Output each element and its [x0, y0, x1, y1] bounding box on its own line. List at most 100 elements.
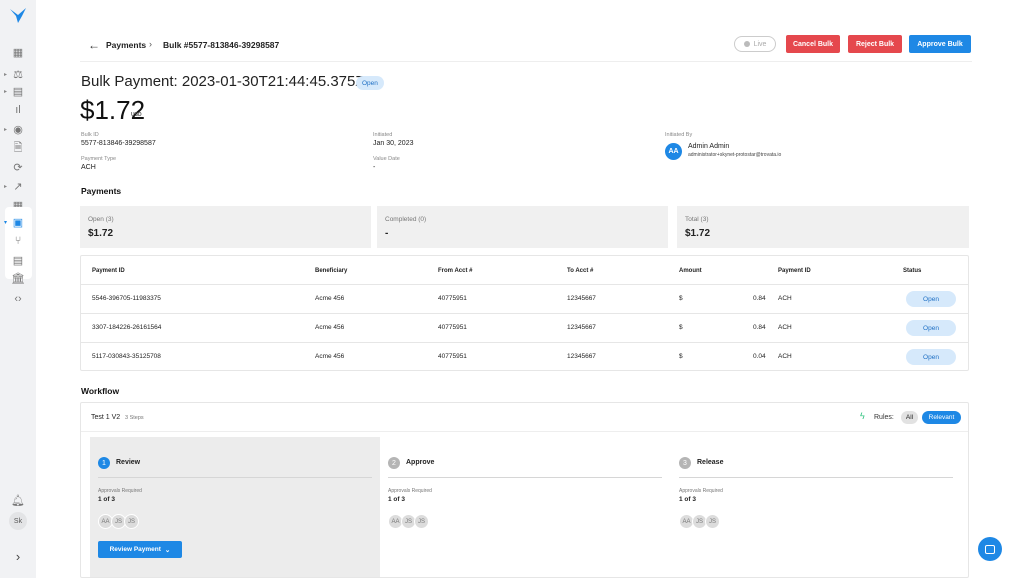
approver-avatars: AA JS JS [388, 514, 427, 529]
approvals-required-label: Approvals Required [679, 488, 723, 494]
bulk-amount: $1.72 [80, 95, 145, 126]
back-arrow-icon[interactable]: ← [88, 38, 100, 52]
document-icon[interactable]: 🗎 [0, 140, 36, 156]
status-badge: Open [906, 349, 956, 365]
workflow-step-review: 1 Review Approvals Required 1 of 3 AA JS… [90, 437, 380, 577]
step-title: Approve [406, 459, 434, 466]
approver-avatar[interactable]: JS [705, 514, 720, 529]
workflow-panel: Test 1 V2 3 Steps ϟ Rules: All Relevant … [80, 402, 969, 578]
reports-icon[interactable]: ▸▤ [0, 83, 36, 99]
to-acct-cell: 12345667 [567, 353, 596, 360]
column-header-payment-id[interactable]: Payment ID [92, 268, 125, 274]
to-acct-cell: 12345667 [567, 295, 596, 302]
initiator-name: Admin Admin [688, 143, 729, 150]
approvals-required-label: Approvals Required [388, 488, 432, 494]
status-badge: Open [906, 291, 956, 307]
payment-type-cell: ACH [778, 324, 792, 331]
from-acct-cell: 40775951 [438, 295, 467, 302]
user-avatar[interactable]: Sk [9, 512, 27, 530]
approve-bulk-button[interactable]: Approve Bulk [909, 35, 971, 53]
trovata-logo[interactable] [9, 6, 27, 24]
payment-type-label: Payment Type [81, 156, 116, 162]
rules-relevant-toggle[interactable]: Relevant [922, 411, 961, 424]
page-title: Bulk Payment: 2023-01-30T21:44:45.375Z [81, 73, 365, 90]
view-icon[interactable]: ▸◉ [0, 121, 36, 137]
breadcrumb-payments[interactable]: Payments [106, 40, 146, 50]
workflow-step-release: 3 Release Approvals Required 1 of 3 AA J… [671, 437, 961, 577]
rules-all-toggle[interactable]: All [901, 411, 918, 424]
breadcrumb-bulk: Bulk #5577-813846-39298587 [163, 40, 279, 50]
divider [679, 477, 953, 478]
column-header-from-acct[interactable]: From Acct # [438, 268, 472, 274]
approvals-required-value: 1 of 3 [98, 496, 115, 503]
beneficiary-cell: Acme 456 [315, 353, 344, 360]
beneficiary-cell: Acme 456 [315, 295, 344, 302]
live-dot-icon [744, 41, 750, 47]
column-header-to-acct[interactable]: To Acct # [567, 268, 593, 274]
trend-icon[interactable]: ▸↗ [0, 178, 36, 194]
payments-table: Payment ID Beneficiary From Acct # To Ac… [80, 255, 969, 371]
approver-avatar[interactable]: JS [414, 514, 429, 529]
from-acct-cell: 40775951 [438, 353, 467, 360]
chevron-right-icon: › [149, 39, 152, 49]
live-toggle[interactable]: Live [734, 36, 776, 52]
open-summary-card: Open (3) $1.72 [80, 206, 371, 248]
card-label: Completed (0) [385, 216, 426, 223]
beneficiary-cell: Acme 456 [315, 324, 344, 331]
currency-cell: $ [679, 324, 683, 331]
bank-icon[interactable]: 🏛 [0, 270, 36, 286]
dashboard-icon[interactable]: ▦ [0, 44, 36, 60]
code-icon[interactable]: ‹› [0, 291, 36, 307]
chevron-down-icon: ⌄ [165, 546, 170, 554]
amount-cell: 0.84 [753, 295, 766, 302]
workflow-name: Test 1 V2 [91, 414, 120, 421]
table-row[interactable]: 5546-396705-11983375 Acme 456 40775951 1… [81, 284, 968, 313]
sidebar: ▦ ▸⚖ ▸▤ ıl ▸◉ 🗎 ⟳ ▸↗ ▦ ▾▣ ⑂ ▤ 🏛 ‹› 🔔︎ Sk… [0, 0, 36, 578]
list-icon[interactable]: ▤ [0, 252, 36, 268]
approvals-required-label: Approvals Required [98, 488, 142, 494]
payments-icon[interactable]: ▾▣ [0, 214, 36, 230]
chat-launcher-button[interactable] [978, 537, 1002, 561]
approvals-required-value: 1 of 3 [388, 496, 405, 503]
initiated-by-label: Initiated By [665, 132, 692, 138]
payment-id-cell: 3307-184226-26161564 [92, 324, 161, 331]
table-row[interactable]: 3307-184226-26161564 Acme 456 40775951 1… [81, 313, 968, 342]
step-title: Release [697, 459, 723, 466]
amount-cell: 0.84 [753, 324, 766, 331]
expand-sidebar-icon[interactable]: › [0, 548, 36, 564]
column-header-payment-type[interactable]: Payment ID [778, 268, 811, 274]
page-header: ← Payments › Bulk #5577-813846-39298587 … [80, 30, 972, 62]
value-date-label: Value Date [373, 156, 400, 162]
analytics-icon[interactable]: ıl [0, 102, 36, 118]
step-number-badge: 1 [98, 457, 110, 469]
initiator-email: administrator+skynet-protostar@trovata.i… [688, 152, 781, 158]
column-header-amount[interactable]: Amount [679, 268, 702, 274]
reject-bulk-button[interactable]: Reject Bulk [848, 35, 902, 53]
from-acct-cell: 40775951 [438, 324, 467, 331]
cancel-bulk-button[interactable]: Cancel Bulk [786, 35, 840, 53]
live-label: Live [754, 41, 767, 48]
balance-icon[interactable]: ▸⚖ [0, 66, 36, 82]
workflow-icon[interactable]: ⑂ [0, 233, 36, 249]
to-acct-cell: 12345667 [567, 324, 596, 331]
divider [98, 477, 372, 478]
step-title: Review [116, 459, 140, 466]
step-number-badge: 3 [679, 457, 691, 469]
refresh-icon[interactable]: ⟳ [0, 159, 36, 175]
bulk-id-value: 5577-813846-39298587 [81, 140, 156, 147]
lightning-icon: ϟ [860, 411, 865, 421]
initiated-label: Initiated [373, 132, 392, 138]
approver-avatar[interactable]: JS [124, 514, 139, 529]
table-row[interactable]: 5117-030843-35125708 Acme 456 40775951 1… [81, 342, 968, 371]
status-badge: Open [356, 76, 384, 90]
review-payment-button[interactable]: Review Payment ⌄ [98, 541, 182, 558]
column-header-beneficiary[interactable]: Beneficiary [315, 268, 347, 274]
total-summary-card: Total (3) $1.72 [677, 206, 969, 248]
value-date-value: - [373, 164, 375, 171]
step-number-badge: 2 [388, 457, 400, 469]
currency-cell: $ [679, 353, 683, 360]
status-badge: Open [906, 320, 956, 336]
bell-icon[interactable]: 🔔︎ [0, 492, 36, 508]
column-header-status[interactable]: Status [903, 268, 921, 274]
payment-id-cell: 5117-030843-35125708 [92, 353, 161, 360]
